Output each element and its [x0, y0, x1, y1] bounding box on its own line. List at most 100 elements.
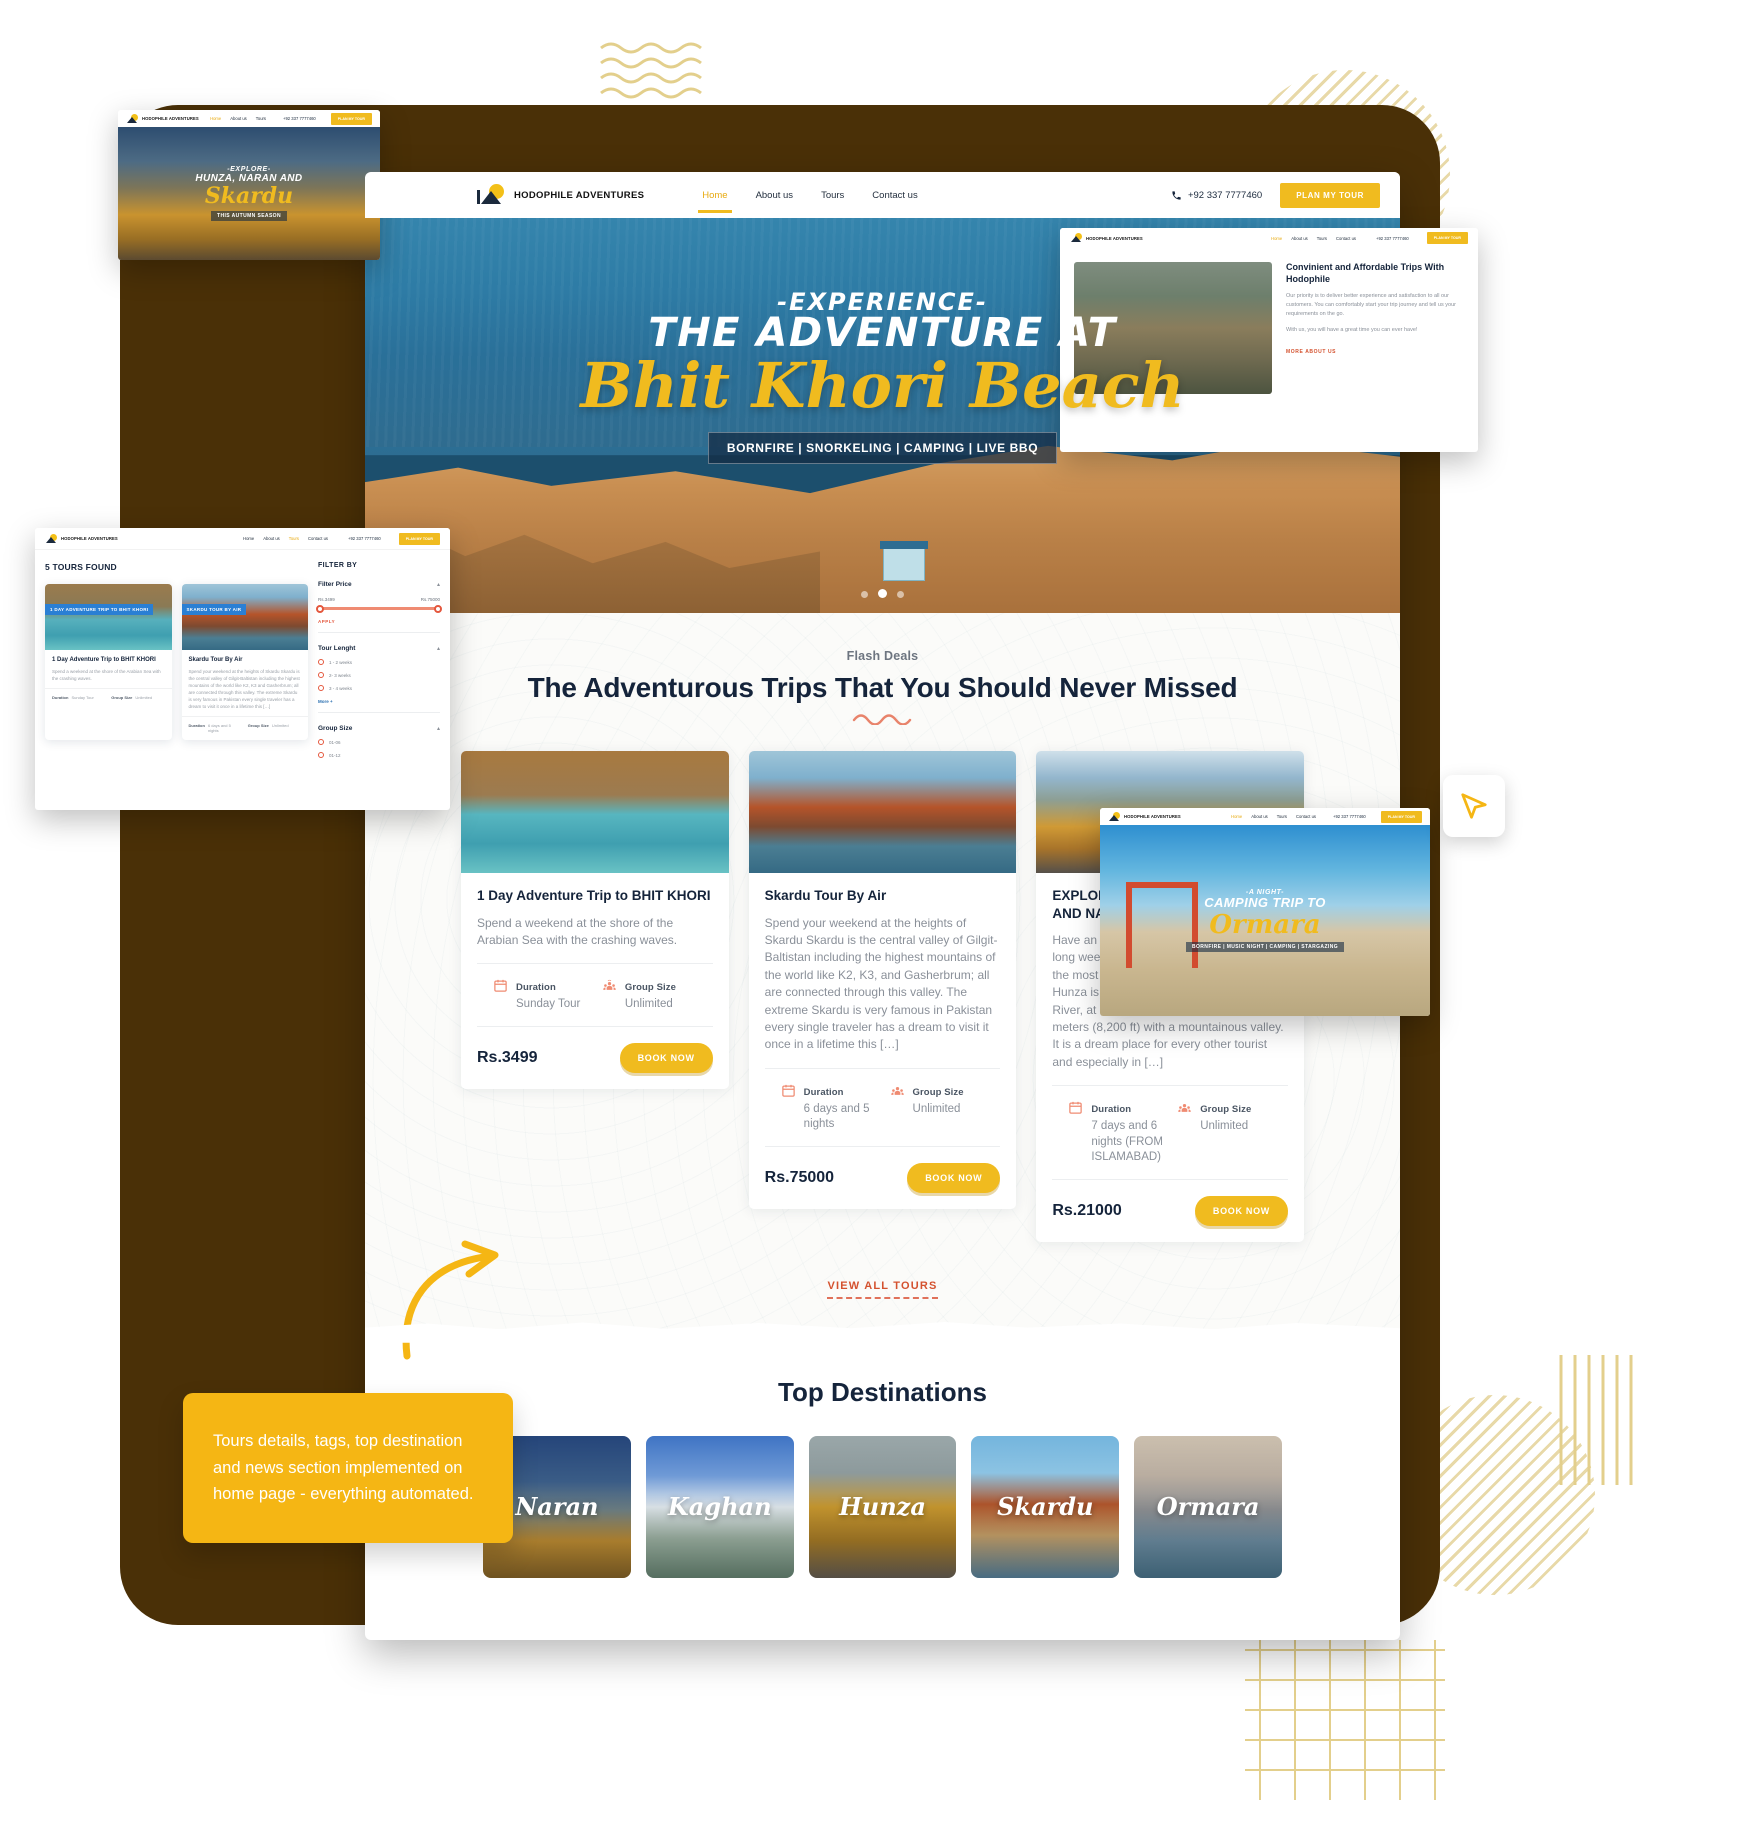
- hero-dot-3[interactable]: [897, 591, 905, 598]
- nav-item-about-us[interactable]: About us: [756, 186, 794, 205]
- group-size-value: Unlimited: [135, 694, 153, 700]
- radio-icon[interactable]: [318, 739, 324, 745]
- option-label: 01-06: [329, 739, 341, 745]
- phone-number-text: +92 337 7777460: [348, 536, 381, 541]
- tour-card[interactable]: 1 Day Adventure Trip to BHIT KHORI Spend…: [461, 751, 729, 1089]
- nav-item-contact-us[interactable]: Contact us: [1296, 814, 1316, 819]
- mini-hero-kicker: -EXPLORE-: [227, 166, 271, 173]
- group-size-option[interactable]: 01-06: [318, 739, 440, 745]
- navbar-right: +92 337 7777460 PLAN MY TOUR: [1171, 182, 1380, 208]
- destination-card-ormara[interactable]: Ormara: [1134, 1435, 1282, 1578]
- mini-navbar: HODOPHILE ADVENTURES Home About us Tours…: [118, 110, 380, 127]
- book-now-button[interactable]: BOOK NOW: [1194, 1195, 1289, 1226]
- chevron-up-icon[interactable]: ▴: [437, 725, 440, 732]
- poster-canvas: HODOPHILE ADVENTURES Home About us Tours…: [0, 0, 1760, 1827]
- nav-item-contact-us[interactable]: Contact us: [1336, 236, 1356, 241]
- nav-item-tours[interactable]: Tours: [1317, 236, 1327, 241]
- nav-item-contact-us[interactable]: Contact us: [308, 536, 328, 541]
- tour-card[interactable]: Skardu Tour By Air Spend your weekend at…: [748, 751, 1017, 1209]
- group-size-label: Group Size: [1200, 1104, 1252, 1116]
- phone-number[interactable]: +92 337 7777460: [1171, 190, 1262, 201]
- duration-value: 7 days and 6 nights (FROM ISLAMABAD): [1091, 1120, 1163, 1164]
- hero-dot-1[interactable]: [860, 591, 868, 598]
- plan-my-tour-button[interactable]: PLAN MY TOUR: [1426, 232, 1468, 244]
- mini-hero-script: Ormara: [1209, 909, 1321, 940]
- radio-icon[interactable]: [318, 752, 324, 758]
- nav-item-home[interactable]: Home: [1231, 814, 1242, 819]
- nav-item-tours[interactable]: Tours: [821, 186, 844, 205]
- price-range-slider[interactable]: [316, 604, 442, 613]
- view-all-tours-link[interactable]: VIEW ALL TOURS: [827, 1280, 938, 1299]
- nav-item-home[interactable]: Home: [243, 536, 254, 541]
- mini-about-heading: Convinient and Affordable Trips With Hod…: [1286, 262, 1445, 284]
- destinations-title: Top Destinations: [778, 1376, 987, 1407]
- tour-length-option[interactable]: 3 - 4 weeks: [318, 685, 440, 691]
- site-logo[interactable]: HODOPHILE ADVENTURES: [477, 184, 644, 206]
- group-people-icon: [603, 980, 616, 991]
- destination-card-skardu[interactable]: Skardu: [971, 1435, 1120, 1578]
- tour-length-option[interactable]: 2- 3 weeks: [318, 672, 440, 678]
- mini-tour-card[interactable]: SKARDU TOUR BY AIR Skardu Tour By Air Sp…: [181, 584, 308, 740]
- apply-filter-button[interactable]: APPLY: [318, 619, 440, 624]
- plan-my-tour-button[interactable]: PLAN MY TOUR: [398, 532, 440, 545]
- slider-handle-min[interactable]: [316, 604, 324, 613]
- mini-screenshot-ormara-banner[interactable]: HODOPHILE ADVENTURES Home About us Tours…: [1100, 808, 1430, 1016]
- tour-length-header[interactable]: Tour Lenght ▴: [318, 645, 440, 652]
- divider: [318, 712, 440, 713]
- brand-name: HODOPHILE ADVENTURES: [61, 536, 118, 541]
- plan-my-tour-button[interactable]: PLAN MY TOUR: [1380, 810, 1422, 823]
- nav-item-about-us[interactable]: About us: [1251, 814, 1268, 819]
- tour-card-meta: Duration Sunday Tour Group Size Unlimite…: [477, 963, 713, 1027]
- hero-slider-dots[interactable]: [365, 585, 1400, 603]
- nav-item-tours[interactable]: Tours: [289, 536, 299, 541]
- mini-tours-body: 5 TOURS FOUND 1 DAY ADVENTURE TRIP TO BH…: [35, 550, 450, 758]
- plan-my-tour-button[interactable]: PLAN MY TOUR: [1280, 182, 1380, 208]
- mini-tour-card[interactable]: 1 DAY ADVENTURE TRIP TO BHIT KHORI 1 Day…: [45, 584, 172, 740]
- grid-decoration: [1245, 1640, 1445, 1800]
- tour-length-option[interactable]: 1 - 2 weeks: [318, 659, 440, 665]
- primary-nav: Home About us Tours Contact us: [698, 186, 918, 213]
- radio-icon[interactable]: [318, 685, 324, 691]
- view-all-wrapper: VIEW ALL TOURS: [387, 1276, 1378, 1299]
- mini-tour-card-title: Skardu Tour By Air: [188, 657, 243, 663]
- phone-number-text: +92 337 7777460: [1333, 814, 1366, 819]
- nav-item-home[interactable]: Home: [1271, 236, 1282, 241]
- chevron-up-icon[interactable]: ▴: [437, 645, 440, 652]
- mini-navbar: HODOPHILE ADVENTURES Home About us Tours…: [1060, 228, 1478, 248]
- mini-nav-links: Home About us Tours Contact us: [1271, 236, 1356, 241]
- radio-icon[interactable]: [318, 672, 324, 678]
- duration-value: Sunday Tour: [516, 998, 581, 1011]
- more-options-link[interactable]: More +: [318, 699, 440, 704]
- mini-logo: HODOPHILE ADVENTURES: [45, 533, 118, 544]
- tour-card-footer: Rs.21000 BOOK NOW: [1036, 1180, 1304, 1242]
- nav-item-home[interactable]: Home: [698, 186, 732, 213]
- slider-handle-max[interactable]: [434, 604, 442, 613]
- mini-screenshot-tours-listing[interactable]: HODOPHILE ADVENTURES Home About us Tours…: [35, 528, 450, 810]
- destination-card-naran[interactable]: Naran: [483, 1435, 631, 1578]
- radio-icon[interactable]: [318, 659, 324, 665]
- nav-item-home[interactable]: Home: [210, 116, 221, 121]
- nav-item-tours[interactable]: Tours: [256, 116, 266, 121]
- group-size-value: Unlimited: [912, 1102, 961, 1115]
- book-now-button[interactable]: BOOK NOW: [619, 1042, 713, 1073]
- nav-item-contact-us[interactable]: Contact us: [872, 186, 917, 205]
- book-now-button[interactable]: BOOK NOW: [907, 1162, 1001, 1193]
- mini-hero: -A NIGHT- CAMPING TRIP TO Ormara BORNFIR…: [1100, 825, 1430, 1016]
- tent-sun-logo-icon: [1070, 233, 1083, 243]
- plan-my-tour-button[interactable]: PLAN MY TOUR: [330, 112, 372, 125]
- nav-item-tours[interactable]: Tours: [1277, 814, 1287, 819]
- destination-card-kaghan[interactable]: Kaghan: [645, 1435, 794, 1578]
- tour-card-image: [748, 751, 1017, 873]
- tent-sun-logo-icon: [45, 533, 58, 544]
- nav-item-about-us[interactable]: About us: [230, 116, 247, 121]
- nav-item-about-us[interactable]: About us: [1291, 236, 1308, 241]
- group-size-option[interactable]: 01-12: [318, 752, 440, 758]
- group-size-value: Unlimited: [271, 722, 289, 728]
- group-size-header[interactable]: Group Size ▴: [318, 725, 440, 732]
- nav-item-about-us[interactable]: About us: [263, 536, 280, 541]
- destination-card-hunza[interactable]: Hunza: [808, 1435, 957, 1578]
- hero-dot-2[interactable]: [878, 589, 887, 598]
- group-people-icon: [890, 1086, 904, 1095]
- mini-tour-card-description: Spend a weekend at the shore of the Arab…: [52, 668, 161, 681]
- mini-screenshot-explore-banner[interactable]: HODOPHILE ADVENTURES Home About us Tours…: [118, 110, 380, 260]
